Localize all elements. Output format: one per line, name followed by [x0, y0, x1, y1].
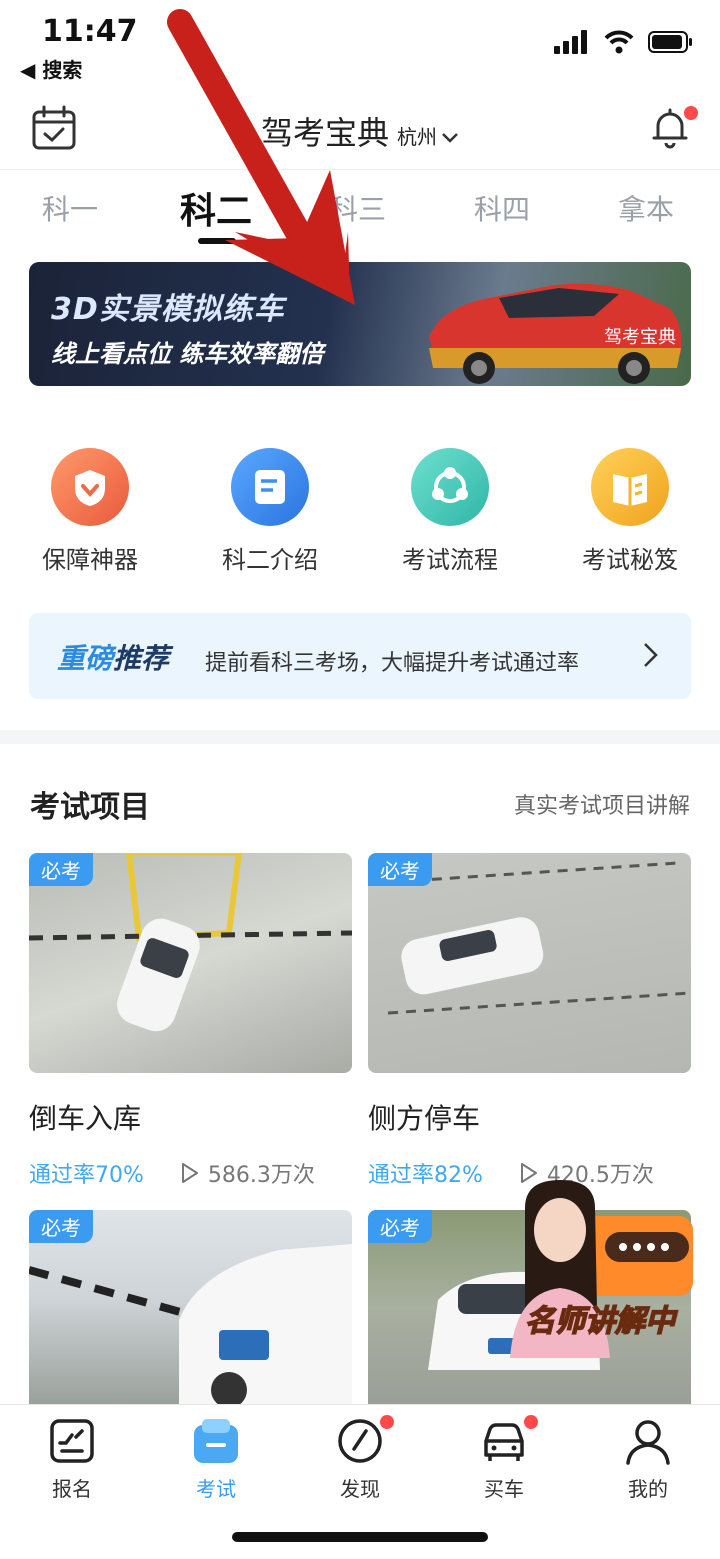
city-name: 杭州	[397, 124, 437, 149]
chevron-right-icon	[644, 643, 658, 667]
entry-secret[interactable]: 考试秘笈	[560, 448, 700, 575]
pass-rate: 通过率70%	[29, 1163, 144, 1188]
buycar-badge-dot	[524, 1415, 538, 1429]
teacher-live-overlay[interactable]: 名师讲解中	[505, 1178, 705, 1358]
shield-heart-icon	[51, 448, 129, 526]
required-badge: 必考	[29, 1210, 93, 1243]
home-indicator	[232, 1532, 488, 1542]
nav-exam-label: 考试	[196, 1477, 236, 1501]
nav-discover-label: 发现	[340, 1477, 380, 1501]
discover-badge-dot	[380, 1415, 394, 1429]
app-header: 驾考宝典 杭州	[0, 92, 720, 170]
card-thumbnail: 必考	[29, 1210, 352, 1404]
recommend-text: 提前看科三考场，大幅提升考试通过率	[205, 651, 580, 676]
banner-subtitle: 线上看点位 练车效率翻倍	[51, 340, 324, 368]
document-icon	[231, 448, 309, 526]
entry-intro-label: 科二介绍	[222, 546, 318, 574]
exam-card-reverse-parking[interactable]: 必考 倒车入库 通过率70% 586.3万次	[29, 853, 352, 1189]
battery-icon	[648, 31, 692, 53]
section-title: 考试项目	[30, 790, 150, 825]
book-icon	[591, 448, 669, 526]
nav-buycar[interactable]: 买车	[454, 1415, 554, 1502]
notification-button[interactable]	[646, 104, 698, 152]
car-icon	[484, 1423, 524, 1461]
nav-buycar-label: 买车	[484, 1477, 524, 1501]
nav-mine[interactable]: 我的	[598, 1417, 698, 1502]
card-thumbnail: 必考	[29, 853, 352, 1073]
status-icons	[554, 30, 694, 54]
entry-protect[interactable]: 保障神器	[20, 448, 160, 575]
recommend-tag: 重磅推荐	[57, 637, 169, 677]
user-icon	[626, 1420, 670, 1465]
tab-ke1[interactable]: 科一	[42, 188, 98, 228]
wifi-icon	[604, 30, 634, 54]
section-divider	[0, 730, 720, 744]
entry-protect-label: 保障神器	[42, 546, 138, 574]
chevron-down-icon	[442, 133, 458, 143]
recommend-tag-a: 重磅	[57, 642, 114, 675]
entry-flow[interactable]: 考试流程	[380, 448, 520, 575]
exam-card-side-parking[interactable]: 必考 侧方停车 通过率82% 420.5万次	[368, 853, 691, 1189]
nav-signup-label: 报名	[52, 1477, 92, 1501]
teacher-label: 名师讲解中	[524, 1303, 676, 1340]
exam-card-3[interactable]: 必考	[29, 1210, 352, 1404]
compass-icon	[338, 1419, 382, 1463]
entry-intro[interactable]: 科二介绍	[200, 448, 340, 575]
required-badge: 必考	[368, 853, 432, 886]
tab-ke3[interactable]: 科三	[330, 188, 386, 228]
side-parking-scene-image	[377, 861, 691, 1015]
card-thumbnail: 必考	[368, 853, 691, 1073]
tab-naben[interactable]: 拿本	[618, 188, 674, 228]
subject-tabs: 科一 科二 科三 科四 拿本	[0, 180, 720, 250]
section-link[interactable]: 真实考试项目讲解	[514, 788, 690, 820]
status-time: 11:47	[42, 14, 138, 49]
play-icon	[181, 1163, 198, 1183]
back-to-search-link[interactable]: ◀ 搜索	[20, 54, 82, 83]
recommend-tag-b: 推荐	[113, 642, 170, 675]
city-selector[interactable]: 杭州	[397, 125, 459, 149]
signup-icon	[50, 1419, 94, 1463]
app-title-text: 驾考宝典	[260, 114, 389, 152]
recommend-bar[interactable]: 重磅推荐 提前看科三考场，大幅提升考试通过率	[29, 613, 691, 699]
card-meta: 通过率70% 586.3万次	[29, 1157, 352, 1189]
notification-dot	[684, 106, 698, 120]
required-badge: 必考	[29, 853, 93, 886]
nav-exam[interactable]: 考试	[166, 1417, 266, 1502]
exam-icon	[194, 1419, 238, 1463]
card-title: 倒车入库	[29, 1102, 142, 1135]
nav-mine-label: 我的	[628, 1477, 668, 1501]
tab-ke2[interactable]: 科二	[180, 182, 252, 234]
banner-car-image: 驾考宝典	[429, 283, 682, 384]
view-count-text: 586.3万次	[207, 1163, 315, 1188]
card-title: 侧方停车	[368, 1102, 481, 1135]
nav-discover[interactable]: 发现	[310, 1415, 410, 1502]
active-tab-indicator	[198, 238, 236, 244]
required-badge: 必考	[368, 1210, 432, 1243]
view-count: 586.3万次	[180, 1157, 315, 1189]
pass-rate: 通过率82%	[368, 1163, 483, 1188]
nav-signup[interactable]: 报名	[22, 1417, 122, 1502]
banner-car-text: 驾考宝典	[604, 327, 676, 348]
banner-title: 3D实景模拟练车	[51, 292, 285, 327]
flow-icon	[411, 448, 489, 526]
entry-secret-label: 考试秘笈	[582, 546, 678, 574]
promo-banner[interactable]: 3D实景模拟练车 线上看点位 练车效率翻倍 驾考宝典	[29, 262, 691, 386]
tab-ke4[interactable]: 科四	[474, 188, 530, 228]
app-title: 驾考宝典 杭州	[0, 108, 720, 154]
entry-flow-label: 考试流程	[402, 546, 498, 574]
parking-scene-image	[29, 853, 352, 1032]
signal-icon	[554, 30, 587, 54]
